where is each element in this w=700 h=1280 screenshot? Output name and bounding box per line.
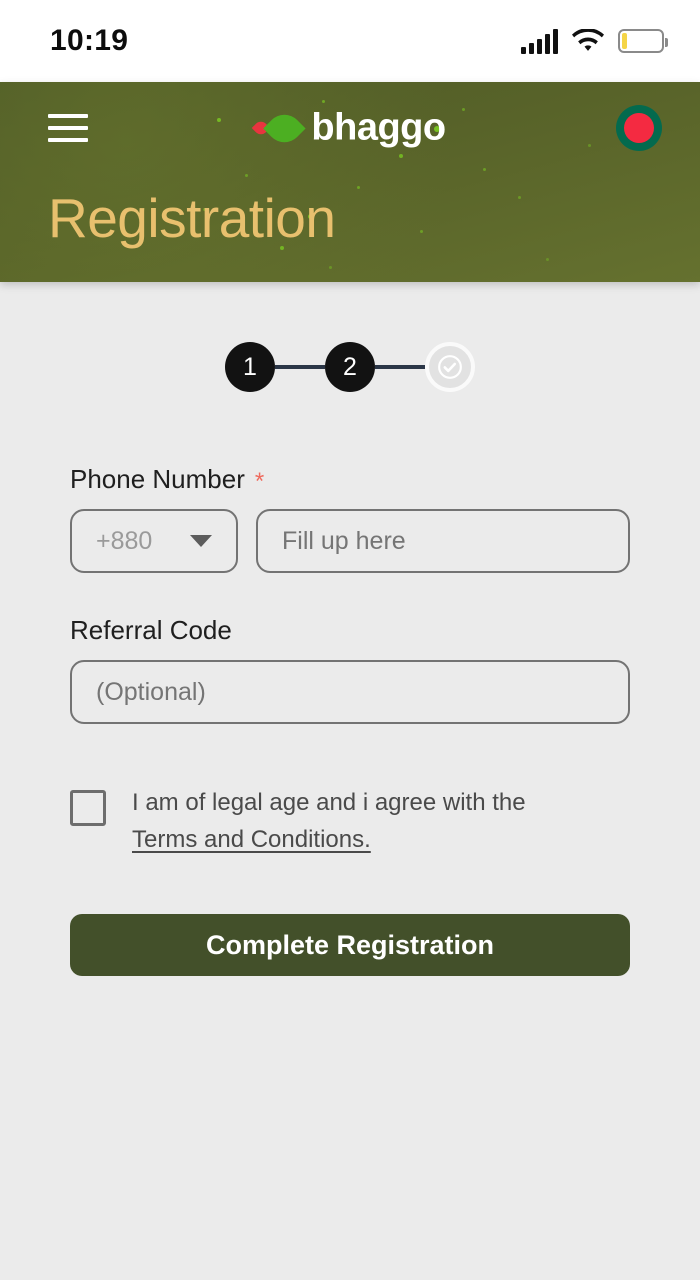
registration-form: Phone Number * +880 Referral Code I am o… bbox=[0, 464, 700, 977]
phone-number-label-text: Phone Number bbox=[70, 464, 245, 494]
referral-code-input[interactable] bbox=[70, 660, 630, 724]
step-connector-2 bbox=[375, 365, 425, 369]
phone-number-input[interactable] bbox=[256, 509, 630, 573]
phone-number-label: Phone Number * bbox=[70, 464, 630, 495]
status-bar-icons bbox=[521, 28, 668, 54]
chevron-down-icon bbox=[190, 535, 212, 547]
bhaggo-leaf-logo-icon bbox=[251, 106, 306, 150]
referral-code-field-group: Referral Code bbox=[70, 615, 630, 724]
terms-and-conditions-link[interactable]: Terms and Conditions. bbox=[132, 826, 371, 853]
required-asterisk-icon: * bbox=[254, 467, 265, 495]
referral-code-label-text: Referral Code bbox=[70, 615, 232, 645]
country-code-value: +880 bbox=[96, 526, 153, 555]
registration-screen: 10:19 bhaggo Registration 1 2 Phone Numb… bbox=[0, 0, 700, 1280]
brand-logo[interactable]: bhaggo bbox=[251, 106, 446, 150]
flag-inner-circle bbox=[624, 113, 654, 143]
complete-registration-button[interactable]: Complete Registration bbox=[70, 914, 630, 977]
step-connector-1 bbox=[275, 365, 325, 369]
header-top-bar: bhaggo bbox=[0, 82, 700, 174]
terms-text-block: I am of legal age and i agree with the T… bbox=[132, 784, 526, 858]
app-header: bhaggo Registration bbox=[0, 82, 700, 282]
terms-checkbox[interactable] bbox=[70, 790, 106, 826]
brand-name: bhaggo bbox=[311, 106, 446, 149]
terms-agreement-row: I am of legal age and i agree with the T… bbox=[70, 784, 630, 858]
registration-stepper: 1 2 bbox=[0, 342, 700, 392]
phone-number-field-group: Phone Number * +880 bbox=[70, 464, 630, 573]
signal-bars-icon bbox=[521, 28, 558, 54]
hamburger-menu-icon[interactable] bbox=[48, 114, 88, 142]
bangladesh-flag-icon[interactable] bbox=[616, 105, 662, 151]
step-indicator-3-complete[interactable] bbox=[425, 342, 475, 392]
referral-code-label: Referral Code bbox=[70, 615, 630, 646]
wifi-icon bbox=[572, 29, 604, 53]
country-code-select[interactable]: +880 bbox=[70, 509, 238, 573]
battery-low-icon bbox=[618, 29, 668, 53]
check-circle-icon bbox=[438, 355, 462, 379]
phone-input-row: +880 bbox=[70, 509, 630, 573]
page-title: Registration bbox=[48, 187, 336, 249]
terms-statement: I am of legal age and i agree with the bbox=[132, 789, 526, 816]
status-bar-time: 10:19 bbox=[50, 24, 129, 57]
status-bar: 10:19 bbox=[0, 0, 700, 82]
step-indicator-1[interactable]: 1 bbox=[225, 342, 275, 392]
step-indicator-2[interactable]: 2 bbox=[325, 342, 375, 392]
